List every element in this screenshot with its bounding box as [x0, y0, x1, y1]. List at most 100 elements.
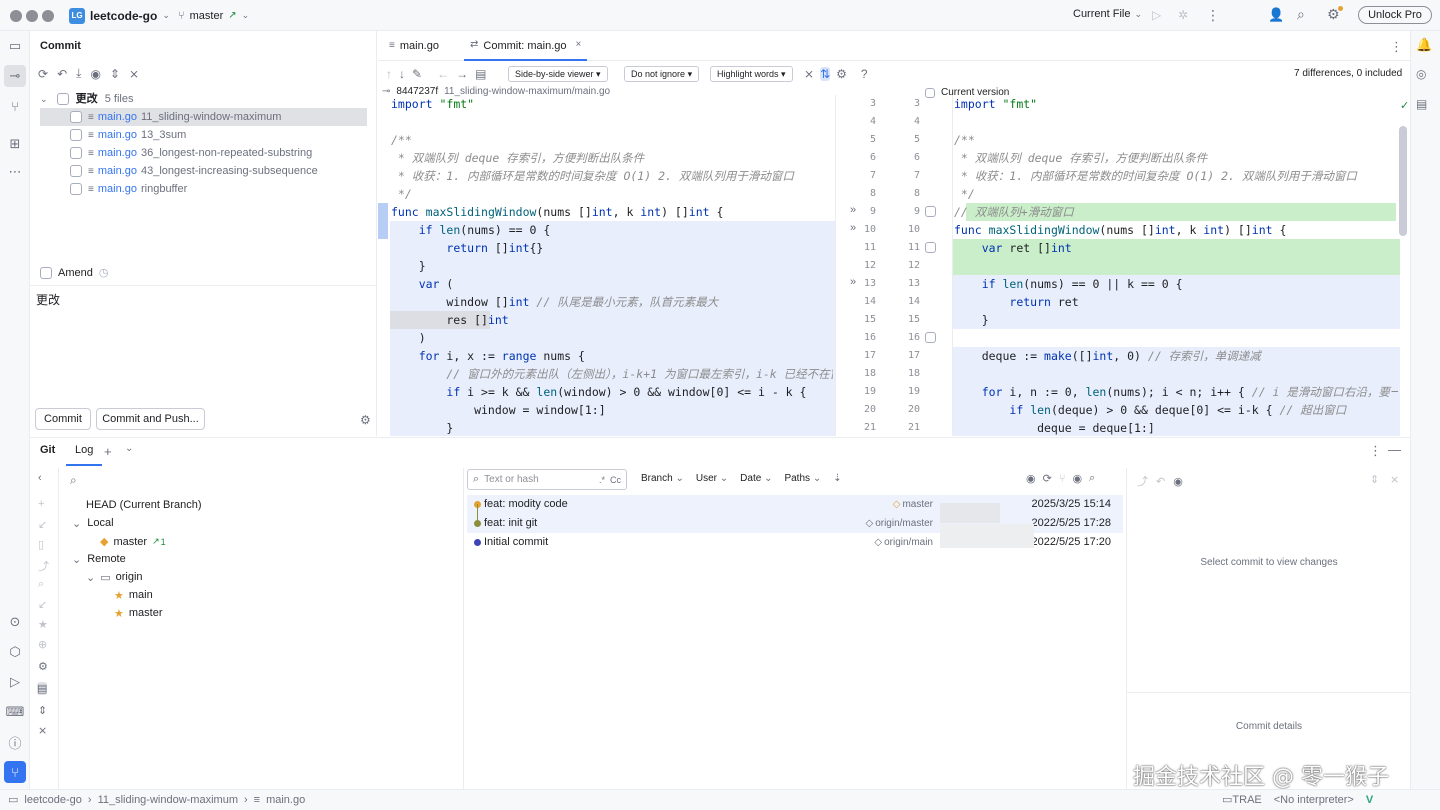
- sync-scroll-icon[interactable]: ⇅: [820, 67, 831, 81]
- right-code-line[interactable]: import "fmt": [954, 95, 1398, 113]
- notifications-icon[interactable]: 🔔: [1416, 37, 1432, 53]
- left-code-line[interactable]: /**: [391, 131, 833, 149]
- search-icon[interactable]: ⌕: [1297, 6, 1305, 23]
- apply-change-icon[interactable]: »: [850, 222, 856, 234]
- add-tab-icon[interactable]: +: [104, 444, 112, 459]
- tree-origin-main[interactable]: ★ main: [114, 589, 153, 602]
- right-code-line[interactable]: [954, 113, 1398, 131]
- include-change-checkbox[interactable]: [925, 206, 936, 217]
- star-icon[interactable]: ★: [38, 618, 48, 631]
- graph-icon[interactable]: ⑂: [1059, 472, 1066, 485]
- commit-settings-icon[interactable]: ⚙: [360, 413, 371, 427]
- right-code-line[interactable]: [954, 365, 1398, 383]
- left-code-line[interactable]: * 双端队列 deque 存索引，方便判断出队条件: [391, 149, 833, 167]
- right-code-line[interactable]: var ret []int: [954, 239, 1398, 257]
- left-code-line[interactable]: var (: [391, 275, 833, 293]
- commit-message-field[interactable]: 更改: [30, 285, 377, 403]
- rollback-icon[interactable]: ↶: [57, 66, 67, 81]
- search-icon[interactable]: ⌕: [1089, 472, 1095, 485]
- changes-group[interactable]: ⌄ 更改 5 files: [40, 90, 367, 108]
- run-config-selector[interactable]: Current File ⌄: [1073, 8, 1142, 20]
- right-code-line[interactable]: */: [954, 185, 1398, 203]
- tab-commit-main-go[interactable]: ⇄ Commit: main.go ×: [464, 31, 588, 61]
- left-code-line[interactable]: */: [391, 185, 833, 203]
- eye-icon[interactable]: ◉: [90, 66, 100, 81]
- sort-icon[interactable]: ⇣: [833, 473, 841, 484]
- collapse-icon[interactable]: ⨯: [38, 724, 47, 737]
- right-code-line[interactable]: }: [954, 311, 1398, 329]
- right-code-line[interactable]: [954, 257, 1398, 275]
- debug-icon[interactable]: ✲: [1178, 8, 1188, 22]
- packages-icon[interactable]: ⬡: [4, 641, 26, 663]
- right-code-line[interactable]: * 收获：1. 内部循环是常数的时间复杂度 O(1) 2. 双端队列用于滑动窗口: [954, 167, 1398, 185]
- more-icon[interactable]: ⋮: [1390, 39, 1403, 55]
- file-checkbox[interactable]: [70, 129, 82, 142]
- back-icon[interactable]: ‹: [38, 472, 42, 484]
- amend-checkbox[interactable]: [40, 266, 52, 279]
- apply-change-icon[interactable]: »: [850, 276, 856, 288]
- tree-head[interactable]: HEAD (Current Branch): [86, 499, 202, 511]
- file-checkbox[interactable]: [70, 147, 82, 160]
- right-code-line[interactable]: /**: [954, 131, 1398, 149]
- tree-origin[interactable]: ⌄ ▭ origin: [86, 571, 143, 584]
- left-code-line[interactable]: }: [391, 257, 833, 275]
- project-selector[interactable]: LG leetcode-go ⌄: [69, 7, 170, 24]
- revert-icon[interactable]: ↶: [1156, 473, 1165, 489]
- left-code-line[interactable]: for i, x := range nums {: [391, 347, 833, 365]
- filter-user[interactable]: User ⌄: [696, 473, 728, 484]
- changed-file-row[interactable]: ≡ main.go 36_longest-non-repeated-substrin…: [40, 144, 367, 162]
- right-code-line[interactable]: deque := make([]int, 0) // 存索引，单调递减: [954, 347, 1398, 365]
- tree-local[interactable]: ⌄ Local: [72, 517, 114, 530]
- more-icon[interactable]: ⋮: [1206, 7, 1220, 24]
- more-icon[interactable]: ⋮: [1369, 443, 1382, 459]
- add-user-icon[interactable]: 👤: [1268, 7, 1284, 23]
- help-icon[interactable]: ?: [861, 67, 868, 81]
- eye-icon[interactable]: ◉: [1072, 472, 1082, 485]
- right-code-line[interactable]: [954, 329, 1398, 347]
- right-code-line[interactable]: deque = deque[1:]: [954, 419, 1398, 436]
- changed-file-row[interactable]: ≡ main.go 11_sliding-window-maximum: [40, 108, 367, 126]
- left-code-line[interactable]: ): [391, 329, 833, 347]
- trae-status[interactable]: ▭TRAE: [1222, 790, 1262, 810]
- layout-icon[interactable]: ▤: [37, 682, 48, 695]
- ignore-selector[interactable]: Do not ignore ▾: [624, 66, 700, 82]
- file-checkbox[interactable]: [70, 165, 82, 178]
- zoom-window-button[interactable]: [42, 10, 54, 22]
- crumb-folder[interactable]: 11_sliding-window-maximum: [98, 790, 238, 810]
- commit-button[interactable]: Commit: [35, 408, 91, 430]
- filter-paths[interactable]: Paths ⌄: [784, 473, 821, 484]
- log-search-input[interactable]: ⌕ Text or hash .* Cc: [467, 469, 627, 490]
- services-icon[interactable]: ⊙: [4, 611, 26, 633]
- amend-option[interactable]: Amend ◷: [40, 266, 108, 279]
- changed-file-row[interactable]: ≡ main.go 13_3sum: [40, 126, 367, 144]
- right-code-line[interactable]: return ret: [954, 293, 1398, 311]
- expand-icon[interactable]: ⇕: [1370, 473, 1379, 486]
- left-code-line[interactable]: func maxSlidingWindow(nums []int, k int)…: [391, 203, 833, 221]
- collapse-icon[interactable]: ⨯: [1390, 473, 1399, 486]
- filter-date[interactable]: Date ⌄: [740, 473, 772, 484]
- tab-main-go[interactable]: ≡ main.go: [389, 31, 439, 61]
- ai-assistant-icon[interactable]: ◎: [1416, 67, 1426, 81]
- left-code-line[interactable]: window = window[1:]: [391, 401, 833, 419]
- highlight-selector[interactable]: Highlight words ▾: [710, 66, 793, 82]
- unlock-pro-button[interactable]: Unlock Pro: [1358, 6, 1432, 24]
- filter-branch[interactable]: Branch ⌄: [641, 473, 684, 484]
- cherry-pick-icon[interactable]: ◉: [1026, 472, 1036, 485]
- include-change-checkbox[interactable]: [925, 332, 936, 343]
- minimize-window-button[interactable]: [26, 10, 38, 22]
- next-diff-icon[interactable]: ↓: [399, 67, 405, 81]
- more-tools-icon[interactable]: ⋯: [4, 161, 26, 183]
- left-code-line[interactable]: }: [391, 419, 833, 436]
- right-code-line[interactable]: for i, n := 0, len(nums); i < n; i++ { /…: [954, 383, 1398, 401]
- left-code-line[interactable]: res []int: [391, 311, 833, 329]
- interpreter-status[interactable]: <No interpreter>: [1274, 790, 1354, 810]
- viewer-selector[interactable]: Side-by-side viewer ▾: [508, 66, 608, 82]
- search-icon[interactable]: ⌕: [70, 473, 77, 488]
- arrow-icon[interactable]: ↙: [38, 518, 47, 531]
- refresh-icon[interactable]: ⟳: [1043, 472, 1052, 485]
- structure-icon[interactable]: ⊞: [4, 133, 26, 155]
- back-icon[interactable]: ←: [437, 67, 449, 81]
- close-icon[interactable]: ×: [576, 31, 582, 59]
- run-icon[interactable]: ▷: [1152, 8, 1161, 22]
- crumb-file[interactable]: main.go: [266, 790, 305, 810]
